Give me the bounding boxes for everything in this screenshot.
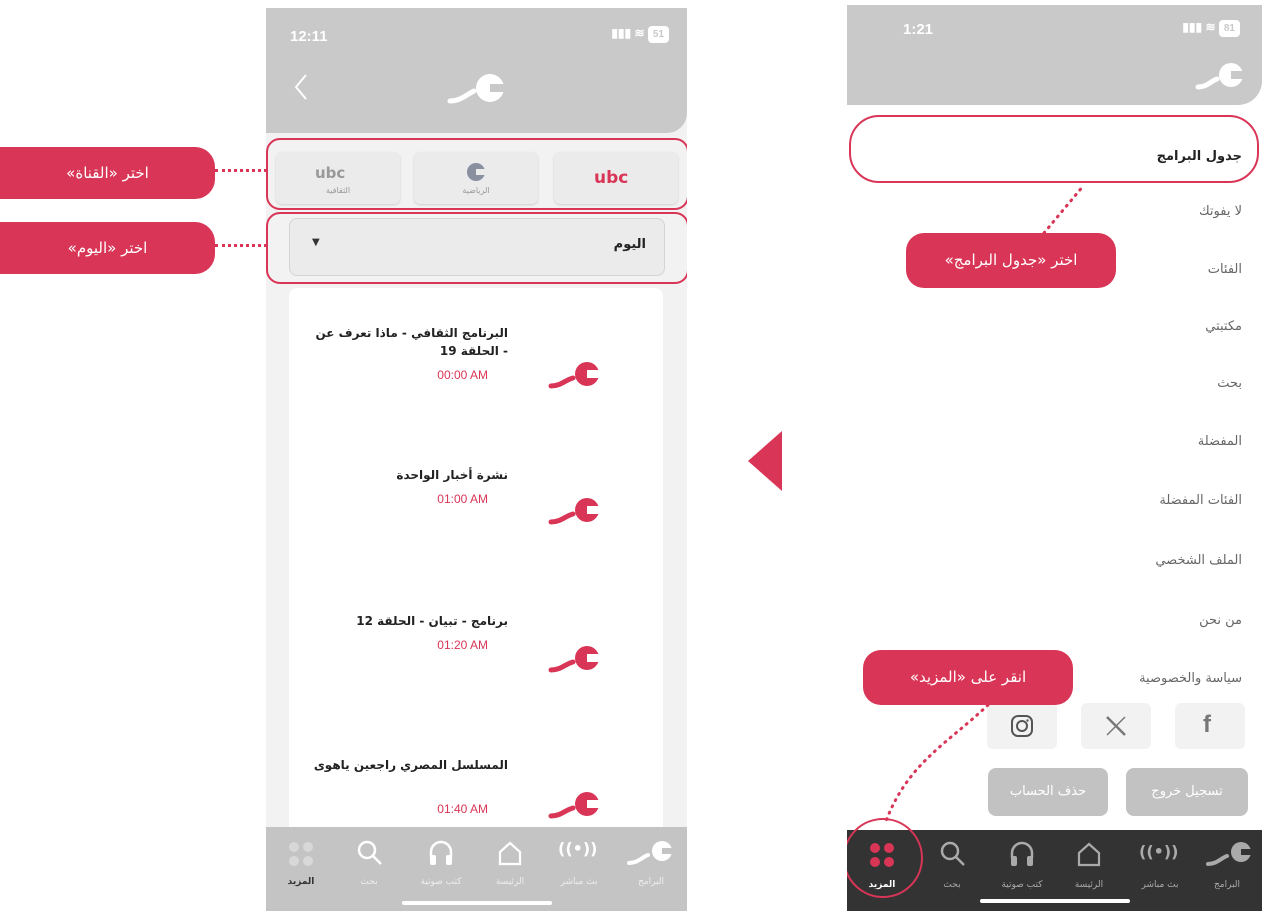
facebook-button[interactable]: f [1175,703,1245,749]
flow-arrow-icon [748,431,782,491]
nav-label-live: بث مباشر [560,877,598,887]
menu-item-favorite-categories[interactable]: الفئات المفضلة [1159,493,1242,508]
battery-icon: 51 [647,26,669,43]
instagram-icon [1011,715,1033,737]
app-logo-icon [447,74,508,104]
menu-item-search[interactable]: بحث [1217,376,1242,391]
callout-connector [884,703,990,823]
delete-account-button[interactable]: حذف الحساب [988,768,1108,816]
signal-icon: ▮▮▮ [611,26,632,40]
program-logo-icon [548,498,603,525]
status-time: 1:21 [903,21,934,38]
live-broadcast-icon: ((•)) [1139,842,1179,861]
menu-item-profile[interactable]: الملف الشخصي [1155,553,1242,568]
back-arrow-icon[interactable] [292,72,312,102]
program-time: 01:20 AM [437,638,488,652]
nav-label-audiobooks: كتب صوتية [420,877,462,887]
facebook-icon: f [1203,711,1211,738]
status-icons: ▮▮▮ ≋ 51 [611,26,669,43]
instagram-button[interactable] [987,703,1057,749]
program-title: برنامج - تبيان - الحلقة 12 [356,614,508,628]
nav-label-search: بحث [360,877,378,887]
more-dots-icon [289,842,313,866]
search-icon [357,840,382,865]
x-twitter-icon [1106,716,1126,736]
wifi-icon: ≋ [1205,20,1216,34]
headphones-icon [429,840,453,865]
wifi-icon: ≋ [634,26,645,40]
callout-connector [215,169,267,172]
home-icon [498,841,522,866]
nav-label-home: الرئيسة [1074,880,1104,890]
callout-choose-channel: اختر «القناة» [0,147,215,199]
program-time: 00:00 AM [437,368,488,382]
search-icon [940,841,965,866]
callout-connector [215,244,267,247]
logout-button[interactable]: تسجيل خروج [1126,768,1248,816]
home-icon [1077,842,1101,867]
program-time: 01:00 AM [437,492,488,506]
live-broadcast-icon: ((•)) [558,839,598,858]
nav-label-programs: البرامج [637,877,665,887]
nav-label-audiobooks: كتب صوتية [1001,880,1043,890]
callout-choose-schedule: اختر «جدول البرامج» [906,233,1116,288]
program-list: البرنامج الثقافي - ماذا تعرف عن - الحلقة… [289,288,663,848]
nav-label-home: الرئيسة [495,877,525,887]
nav-label-more: المزيد [287,877,315,887]
callout-connector [1042,183,1086,235]
home-indicator [980,899,1130,903]
program-title: البرنامج الثقافي - ماذا تعرف عن - الحلقة… [315,326,509,358]
signal-icon: ▮▮▮ [1182,20,1203,34]
headphones-icon [1010,841,1034,866]
callout-choose-day: اختر «اليوم» [0,222,215,274]
home-indicator [402,901,552,905]
bottom-nav: المزيد بحث كتب صوتية الرئيسة ((•)) بث مب… [266,827,687,911]
app-logo-icon [1195,63,1247,90]
day-highlight [266,212,687,284]
programs-logo-icon [1206,842,1255,866]
menu-item-schedule[interactable]: جدول البرامج [1157,149,1242,164]
programs-logo-icon [627,841,676,865]
program-title: نشرة أخبار الواحدة [396,468,508,482]
menu-item-dont-miss[interactable]: لا يفوتك [1199,204,1242,219]
menu-item-library[interactable]: مكتبتي [1205,319,1242,334]
menu-item-favorites[interactable]: المفضلة [1198,434,1242,449]
menu-item-about[interactable]: من نحن [1199,613,1242,628]
x-twitter-button[interactable] [1081,703,1151,749]
status-time: 12:11 [290,28,328,45]
menu-item-privacy[interactable]: سياسة والخصوصية [1139,671,1242,686]
battery-icon: 81 [1218,20,1240,37]
program-logo-icon [548,362,603,389]
status-icons: ▮▮▮ ≋ 81 [1182,20,1240,37]
nav-label-live: بث مباشر [1141,880,1179,890]
channel-highlight [266,138,687,210]
program-logo-icon [548,646,603,673]
nav-label-search: بحث [943,880,961,890]
program-time: 01:40 AM [437,802,488,816]
program-logo-icon [548,792,603,819]
program-title: المسلسل المصري راجعين ياهوى [313,758,508,772]
nav-label-programs: البرامج [1213,880,1241,890]
left-phone-screen: 12:11 ▮▮▮ ≋ 51 ubc الثقافية الرياضية ubc… [266,8,687,911]
menu-item-categories[interactable]: الفئات [1208,262,1242,277]
callout-tap-more: انقر على «المزيد» [863,650,1073,705]
